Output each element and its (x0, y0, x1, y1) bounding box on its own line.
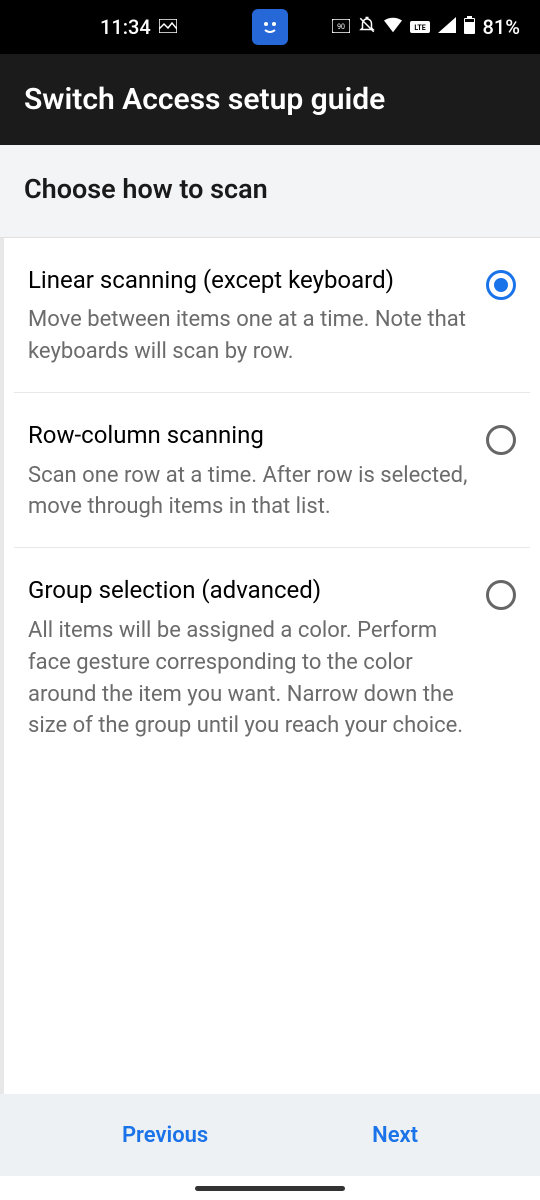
radio-button[interactable] (486, 270, 516, 300)
battery-icon (464, 16, 475, 38)
dnd-icon (358, 16, 376, 38)
option-linear-scanning[interactable]: Linear scanning (except keyboard) Move b… (14, 238, 530, 393)
option-description: Move between items one at a time. Note t… (28, 304, 474, 368)
svg-text:90: 90 (337, 23, 345, 31)
signal-icon (438, 17, 456, 37)
radio-button[interactable] (486, 580, 516, 610)
svg-text:LTE: LTE (414, 24, 425, 32)
options-list: Linear scanning (except keyboard) Move b… (0, 238, 540, 1094)
option-description: Scan one row at a time. After row is sel… (28, 460, 474, 524)
nav-handle[interactable] (195, 1186, 345, 1191)
media-icon (159, 18, 177, 37)
page-header: Switch Access setup guide (0, 54, 540, 145)
option-description: All items will be assigned a color. Perf… (28, 615, 474, 743)
option-title: Row-column scanning (28, 419, 474, 451)
option-text: Linear scanning (except keyboard) Move b… (28, 264, 474, 368)
next-button[interactable]: Next (372, 1123, 418, 1148)
refresh-icon: 90 (332, 18, 350, 37)
option-title: Linear scanning (except keyboard) (28, 264, 474, 296)
page-title: Switch Access setup guide (24, 82, 516, 117)
section-header: Choose how to scan (0, 145, 540, 238)
status-left: 11:34 (100, 15, 177, 39)
previous-button[interactable]: Previous (122, 1123, 208, 1148)
radio-button[interactable] (486, 425, 516, 455)
volte-icon: LTE (410, 18, 430, 37)
footer-nav: Previous Next (0, 1094, 540, 1176)
status-bar: 11:34 90 LTE 81% (0, 0, 540, 54)
option-title: Group selection (advanced) (28, 574, 474, 606)
option-row-column[interactable]: Row-column scanning Scan one row at a ti… (14, 393, 530, 548)
status-center (252, 9, 288, 45)
wifi-icon (384, 17, 402, 37)
option-text: Row-column scanning Scan one row at a ti… (28, 419, 474, 523)
battery-percent: 81% (483, 15, 520, 39)
option-group-selection[interactable]: Group selection (advanced) All items wil… (14, 548, 530, 766)
system-nav-bar (0, 1176, 540, 1200)
face-icon (252, 9, 288, 45)
section-title: Choose how to scan (24, 173, 516, 205)
status-time: 11:34 (100, 15, 151, 39)
option-text: Group selection (advanced) All items wil… (28, 574, 474, 742)
status-right: 90 LTE 81% (332, 15, 520, 39)
